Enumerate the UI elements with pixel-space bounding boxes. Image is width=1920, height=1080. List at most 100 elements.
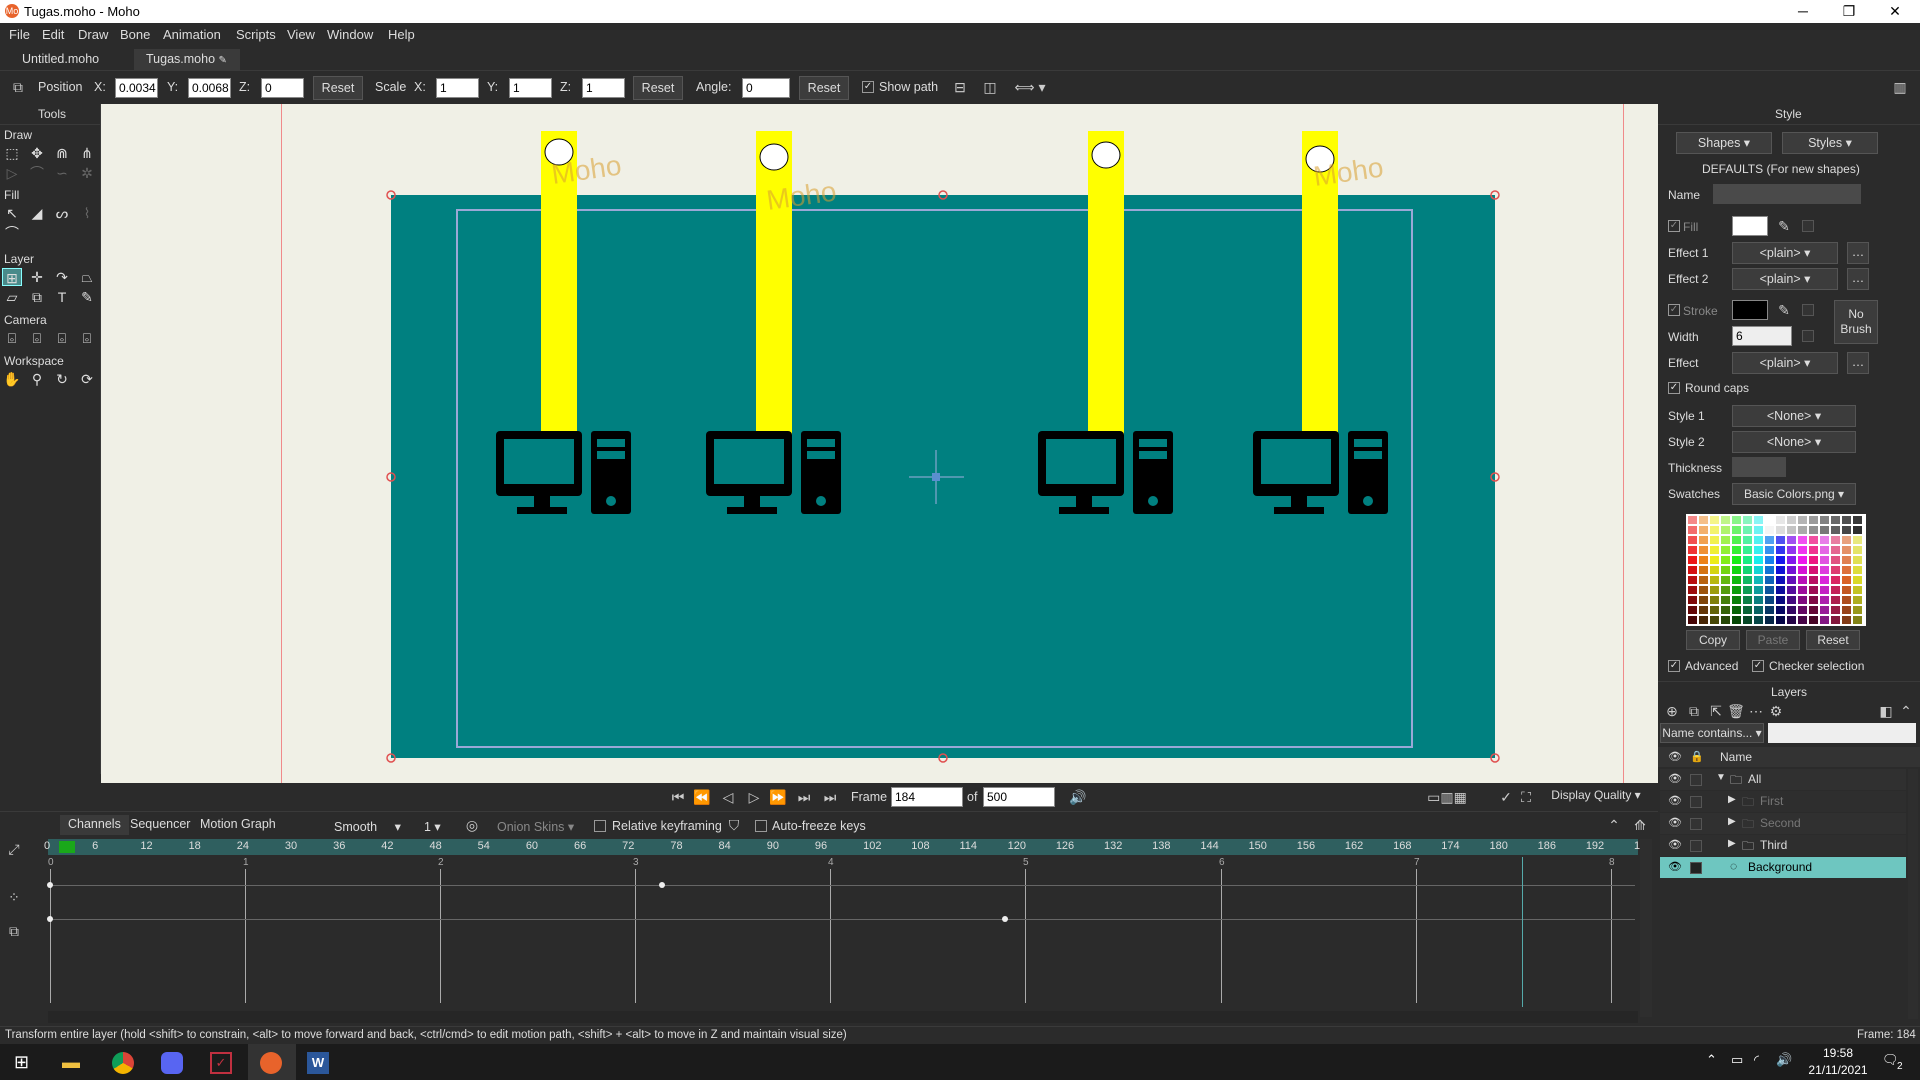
color-swatch[interactable]	[1853, 606, 1862, 614]
color-swatch[interactable]	[1798, 566, 1807, 574]
color-swatch[interactable]	[1710, 606, 1719, 614]
tab-motion-graph[interactable]: Motion Graph	[194, 815, 282, 835]
timeline-scrollbar[interactable]	[1640, 839, 1652, 1017]
fast-forward-icon[interactable]: ⏭	[820, 787, 840, 807]
menu-edit[interactable]: Edit	[42, 27, 64, 42]
paste-button[interactable]: Paste	[1746, 630, 1800, 650]
color-swatch[interactable]	[1809, 546, 1818, 554]
panels-toggle-icon[interactable]: ▥	[1890, 77, 1910, 97]
lock-toggle[interactable]	[1690, 862, 1702, 874]
auto-freeze-checkbox[interactable]	[755, 820, 767, 832]
color-swatch[interactable]	[1688, 596, 1697, 604]
color-swatch[interactable]	[1765, 546, 1774, 554]
color-swatch[interactable]	[1831, 606, 1840, 614]
color-swatch[interactable]	[1710, 556, 1719, 564]
color-swatch[interactable]	[1776, 536, 1785, 544]
switch-layer-icon[interactable]: ⧉	[27, 288, 47, 306]
expand-up-icon[interactable]: ⌃	[1604, 815, 1624, 835]
keyframe[interactable]	[47, 916, 53, 922]
fill-checkbox[interactable]: ✓	[1668, 220, 1680, 232]
round-caps-checkbox[interactable]: ✓	[1668, 382, 1680, 394]
color-swatch[interactable]	[1754, 586, 1763, 594]
layer-view-icon[interactable]: ◧	[1876, 701, 1896, 721]
color-swatch[interactable]	[1754, 546, 1763, 554]
zoom-timeline-icon[interactable]: ⟰	[1630, 815, 1650, 835]
visibility-toggle-icon[interactable]: 👁	[1668, 838, 1682, 851]
color-swatch[interactable]	[1743, 576, 1752, 584]
color-swatch[interactable]	[1721, 516, 1730, 524]
visibility-toggle-icon[interactable]: 👁	[1668, 794, 1682, 807]
rotate-layer-icon[interactable]: ↷	[52, 268, 72, 286]
roll-camera-icon[interactable]: ⌻	[52, 329, 72, 347]
color-swatch[interactable]	[1710, 526, 1719, 534]
word-icon[interactable]: W	[307, 1052, 329, 1074]
color-swatch[interactable]	[1765, 606, 1774, 614]
freehand-icon[interactable]: ⋔	[77, 144, 97, 162]
keyframe[interactable]	[47, 882, 53, 888]
color-swatch[interactable]	[1688, 526, 1697, 534]
color-swatch[interactable]	[1809, 566, 1818, 574]
view-layout-icon[interactable]: ▭▥▦	[1418, 787, 1476, 807]
color-swatch[interactable]	[1699, 546, 1708, 554]
color-swatch[interactable]	[1831, 526, 1840, 534]
color-swatch[interactable]	[1765, 556, 1774, 564]
file-explorer-icon[interactable]: ▬	[62, 1052, 80, 1073]
effect1-more-button[interactable]: …	[1847, 242, 1869, 264]
angle-field[interactable]: 0	[742, 78, 790, 98]
visibility-toggle-icon[interactable]: 👁	[1668, 816, 1682, 829]
line-width-icon[interactable]: ᔕ	[52, 204, 72, 222]
chevron-up-icon[interactable]: ⌃	[1706, 1052, 1717, 1068]
no-brush-button[interactable]: No Brush	[1834, 300, 1878, 344]
color-swatch[interactable]	[1743, 616, 1752, 624]
channel-track[interactable]	[50, 919, 1635, 920]
magnet-icon[interactable]: ∽	[52, 164, 72, 182]
color-swatch[interactable]	[1842, 576, 1851, 584]
advanced-checkbox[interactable]: ✓	[1668, 660, 1680, 672]
color-swatch[interactable]	[1710, 586, 1719, 594]
color-swatch[interactable]	[1809, 516, 1818, 524]
menu-window[interactable]: Window	[327, 27, 373, 42]
color-swatch[interactable]	[1853, 516, 1862, 524]
delete-layer-icon[interactable]: 🗑	[1726, 701, 1746, 721]
menu-animation[interactable]: Animation	[163, 27, 221, 42]
color-swatch[interactable]	[1787, 516, 1796, 524]
total-frames-field[interactable]: 500	[983, 787, 1055, 807]
color-swatch[interactable]	[1820, 546, 1829, 554]
layer-row[interactable]: 👁 ▶ 🗀 First	[1660, 791, 1906, 812]
color-swatch[interactable]	[1842, 586, 1851, 594]
display-quality-dropdown[interactable]: Display Quality ▾	[1540, 785, 1652, 807]
chrome-icon[interactable]	[112, 1052, 134, 1074]
color-swatch[interactable]	[1765, 566, 1774, 574]
color-swatch[interactable]	[1688, 536, 1697, 544]
color-swatch[interactable]	[1853, 566, 1862, 574]
color-swatch-grid[interactable]	[1686, 514, 1866, 626]
draw-shape-icon[interactable]: ▷	[2, 164, 22, 182]
layer-row[interactable]: 👁 ▼ 🗀 All	[1660, 769, 1906, 790]
set-origin-icon[interactable]: ✛	[27, 268, 47, 286]
expand-icon[interactable]: ▶	[1728, 838, 1736, 849]
step-back-icon[interactable]: ◁	[718, 787, 738, 807]
color-swatch[interactable]	[1710, 566, 1719, 574]
color-swatch[interactable]	[1820, 586, 1829, 594]
stroke-effect-dropdown[interactable]: <plain> ▾	[1732, 352, 1838, 374]
color-swatch[interactable]	[1710, 546, 1719, 554]
fill-color-swatch[interactable]	[1732, 216, 1768, 236]
thickness-field[interactable]	[1732, 457, 1786, 477]
color-swatch[interactable]	[1787, 566, 1796, 574]
copy-button[interactable]: Copy	[1686, 630, 1740, 650]
color-swatch[interactable]	[1688, 516, 1697, 524]
style-name-field[interactable]	[1713, 184, 1861, 204]
color-swatch[interactable]	[1809, 536, 1818, 544]
lock-toggle[interactable]	[1690, 796, 1702, 808]
tab-sequencer[interactable]: Sequencer	[124, 815, 196, 835]
color-swatch[interactable]	[1842, 536, 1851, 544]
color-swatch[interactable]	[1743, 596, 1752, 604]
color-swatch[interactable]	[1754, 536, 1763, 544]
visibility-toggle-icon[interactable]: 👁	[1668, 772, 1682, 785]
color-swatch[interactable]	[1710, 616, 1719, 624]
color-swatch[interactable]	[1798, 606, 1807, 614]
color-swatch[interactable]	[1798, 576, 1807, 584]
color-swatch[interactable]	[1765, 526, 1774, 534]
width-lock-box[interactable]	[1802, 330, 1814, 342]
noise-icon[interactable]: ✲	[77, 164, 97, 182]
